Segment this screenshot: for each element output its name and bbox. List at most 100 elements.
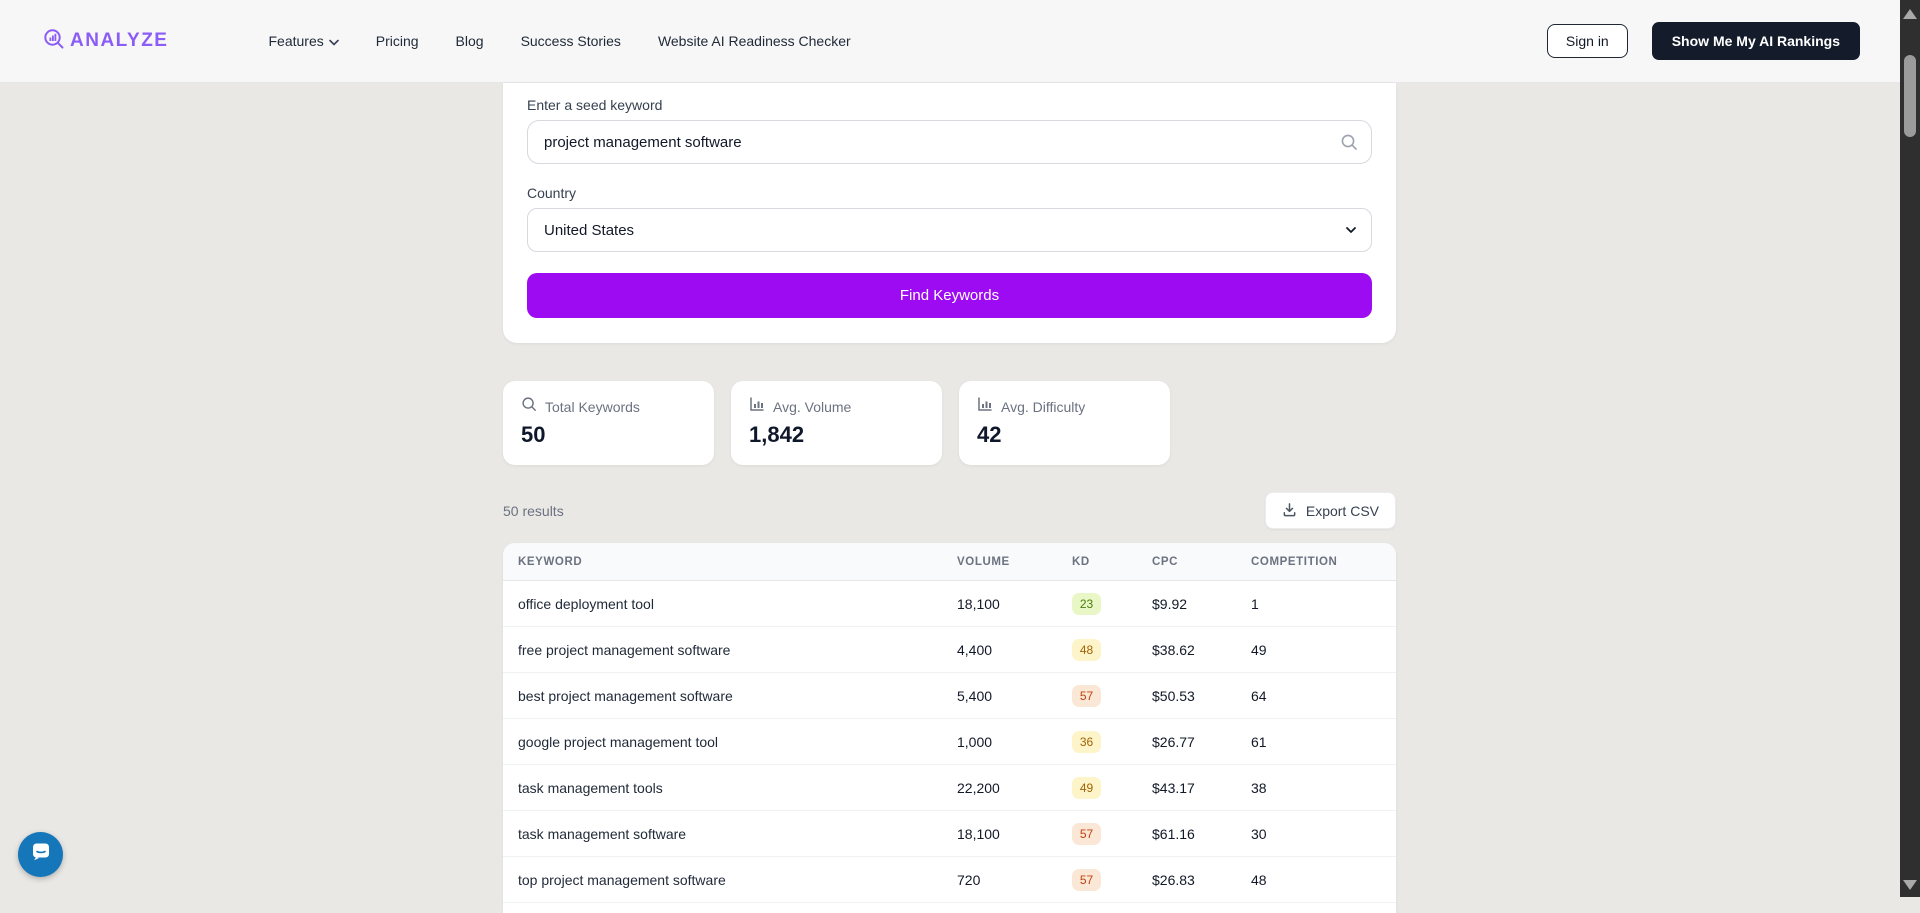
nav-links: Features Pricing Blog Success Stories We…	[268, 33, 850, 49]
seed-keyword-input[interactable]	[527, 120, 1372, 164]
cell-cpc: $9.92	[1152, 595, 1188, 612]
table-row[interactable]: task management tools 22,200 49 $43.17 38	[503, 765, 1396, 811]
table-row[interactable]: task management software 18,100 57 $61.16 30	[503, 811, 1396, 857]
cell-cpc: $50.53	[1152, 687, 1195, 704]
stat-label: Total Keywords	[545, 398, 640, 415]
scrollbar[interactable]	[1900, 0, 1920, 897]
table-row[interactable]: google project management tool 1,000 36 $26…	[503, 719, 1396, 765]
cell-competition: 61	[1251, 733, 1267, 750]
chevron-down-icon	[1344, 223, 1358, 241]
cell-competition: 1	[1251, 595, 1259, 612]
top-navbar: ANALYZE Features Pricing Blog Success St…	[0, 0, 1900, 83]
nav-item-success-stories[interactable]: Success Stories	[521, 33, 621, 49]
kd-badge: 48	[1072, 638, 1101, 661]
stat-value: 50	[521, 422, 546, 447]
cell-kd: 57	[1072, 868, 1152, 891]
cell-kd: 48	[1072, 638, 1152, 661]
scrollbar-down-arrow-icon[interactable]	[1903, 880, 1917, 890]
column-header-competition: COMPETITION	[1251, 555, 1338, 568]
cell-volume: 1,000	[957, 733, 993, 750]
cell-cpc: $38.62	[1152, 641, 1195, 658]
cell-volume: 4,400	[957, 641, 993, 658]
nav-item-pricing[interactable]: Pricing	[376, 33, 419, 49]
results-count: 50 results	[503, 502, 564, 519]
stat-card-total-keywords: Total Keywords 50	[503, 381, 714, 465]
find-keywords-button[interactable]: Find Keywords	[527, 273, 1372, 318]
stat-label: Avg. Volume	[773, 398, 852, 415]
table-row[interactable]: office deployment tool 18,100 23 $9.92 1	[503, 581, 1396, 627]
table-row[interactable]: free project management software 4,400 48 $…	[503, 627, 1396, 673]
download-icon	[1282, 502, 1297, 520]
page: ANALYZE Features Pricing Blog Success St…	[0, 0, 1900, 913]
cell-keyword: top project management software	[518, 871, 726, 888]
nav-item-ai-readiness-checker[interactable]: Website AI Readiness Checker	[658, 33, 851, 49]
cell-cpc: $26.83	[1152, 871, 1195, 888]
keywords-table: KEYWORD VOLUME KD CPC COMPETITION office…	[503, 543, 1396, 913]
results-bar: 50 results Export CSV	[503, 492, 1396, 529]
export-csv-button[interactable]: Export CSV	[1264, 492, 1396, 529]
kd-badge: 23	[1072, 592, 1101, 615]
stat-card-avg-volume: Avg. Volume 1,842	[731, 381, 942, 465]
column-header-kd: KD	[1072, 555, 1090, 568]
stats-row: Total Keywords 50 Avg. Volume 1,842 Avg.…	[503, 381, 1396, 465]
stat-value: 1,842	[749, 422, 805, 447]
stat-card-avg-difficulty: Avg. Difficulty 42	[959, 381, 1170, 465]
cell-keyword: task management software	[518, 825, 687, 842]
cell-keyword: office deployment tool	[518, 595, 654, 612]
cell-kd: 57	[1072, 822, 1152, 845]
table-row[interactable]: top project management software 720 57 $26.…	[503, 857, 1396, 903]
cell-kd: 23	[1072, 592, 1152, 615]
cell-volume: 720	[957, 871, 981, 888]
stat-label: Avg. Difficulty	[1001, 398, 1086, 415]
nav-item-features[interactable]: Features	[268, 33, 339, 49]
cell-keyword: google project management tool	[518, 733, 719, 750]
country-select[interactable]: United States	[527, 208, 1372, 252]
cell-competition: 64	[1251, 687, 1267, 704]
cell-competition: 49	[1251, 641, 1267, 658]
cell-volume: 18,100	[957, 595, 1000, 612]
logo-text: ANALYZE	[70, 30, 169, 51]
table-header-row: KEYWORD VOLUME KD CPC COMPETITION	[503, 543, 1396, 581]
logo-magnifier-chart-icon	[42, 27, 66, 56]
stat-value: 42	[977, 422, 1002, 447]
ai-rankings-cta-button[interactable]: Show Me My AI Rankings	[1651, 22, 1860, 60]
search-icon	[521, 396, 537, 417]
seed-keyword-label: Enter a seed keyword	[527, 97, 663, 113]
cell-competition: 30	[1251, 825, 1267, 842]
chat-launcher-button[interactable]	[18, 832, 63, 877]
kd-badge: 57	[1072, 868, 1101, 891]
cell-keyword: best project management software	[518, 687, 733, 704]
kd-badge: 36	[1072, 730, 1101, 753]
chat-bubble-icon	[29, 840, 53, 869]
main-content: Enter a seed keyword Country United Stat…	[503, 83, 1396, 913]
column-header-volume: VOLUME	[957, 555, 1010, 568]
cell-cpc: $61.16	[1152, 825, 1195, 842]
column-header-keyword: KEYWORD	[518, 555, 583, 568]
logo[interactable]: ANALYZE	[42, 27, 168, 56]
table-body: office deployment tool 18,100 23 $9.92 1 free…	[503, 581, 1396, 903]
scrollbar-thumb[interactable]	[1904, 55, 1916, 137]
sign-in-button[interactable]: Sign in	[1546, 24, 1628, 58]
country-selected-value: United States	[544, 221, 635, 239]
kd-badge: 57	[1072, 822, 1101, 845]
bar-chart-icon	[749, 396, 765, 417]
cell-volume: 5,400	[957, 687, 993, 704]
country-label: Country	[527, 185, 577, 201]
cell-keyword: task management tools	[518, 779, 663, 796]
search-icon	[1340, 133, 1358, 156]
cell-volume: 22,200	[957, 779, 1000, 796]
cell-kd: 57	[1072, 684, 1152, 707]
nav-actions: Sign in Show Me My AI Rankings	[1546, 22, 1860, 60]
nav-item-blog[interactable]: Blog	[456, 33, 484, 49]
cell-cpc: $43.17	[1152, 779, 1195, 796]
cell-kd: 36	[1072, 730, 1152, 753]
table-row[interactable]: best project management software 5,400 57 $…	[503, 673, 1396, 719]
export-csv-label: Export CSV	[1305, 502, 1379, 519]
scrollbar-up-arrow-icon[interactable]	[1903, 9, 1917, 19]
cell-kd: 49	[1072, 776, 1152, 799]
column-header-cpc: CPC	[1152, 555, 1179, 568]
cell-competition: 38	[1251, 779, 1267, 796]
keyword-search-card: Enter a seed keyword Country United Stat…	[503, 83, 1396, 343]
kd-badge: 57	[1072, 684, 1101, 707]
cell-cpc: $26.77	[1152, 733, 1195, 750]
